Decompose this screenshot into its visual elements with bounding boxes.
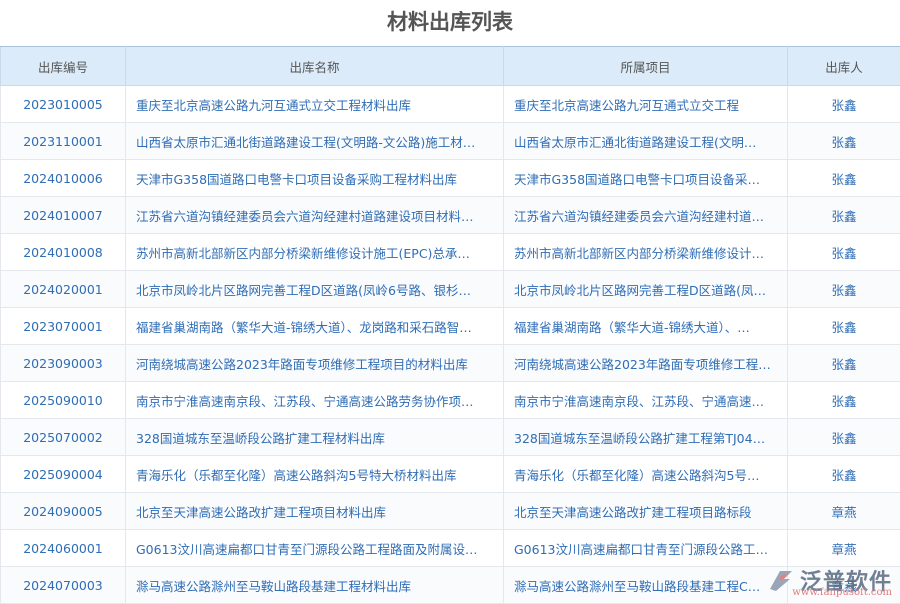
cell-name[interactable]: 苏州市高新北部新区内部分桥梁新维修设计施工(EPC)总承… <box>126 234 504 271</box>
table-row[interactable]: 2024010008苏州市高新北部新区内部分桥梁新维修设计施工(EPC)总承…苏… <box>1 234 900 271</box>
cell-project[interactable]: 青海乐化（乐都至化隆）高速公路斜沟5号… <box>504 456 788 493</box>
table-row[interactable]: 2024090005北京至天津高速公路改扩建工程项目材料出库北京至天津高速公路改… <box>1 493 900 530</box>
cell-code[interactable]: 2023110001 <box>1 123 126 160</box>
cell-project[interactable]: 苏州市高新北部新区内部分桥梁新维修设计… <box>504 234 788 271</box>
cell-project[interactable]: 河南绕城高速公路2023年路面专项维修工程… <box>504 345 788 382</box>
cell-name[interactable]: 滁马高速公路滁州至马鞍山路段基建工程材料出库 <box>126 567 504 604</box>
cell-name[interactable]: 福建省巢湖南路（繁华大道-锦绣大道）、龙岗路和采石路智… <box>126 308 504 345</box>
cell-project[interactable]: 北京至天津高速公路改扩建工程项目路标段 <box>504 493 788 530</box>
cell-name[interactable]: 青海乐化（乐都至化隆）高速公路斜沟5号特大桥材料出库 <box>126 456 504 493</box>
cell-code[interactable]: 2024090005 <box>1 493 126 530</box>
cell-project[interactable]: 滁马高速公路滁州至马鞍山路段基建工程C… <box>504 567 788 604</box>
column-header-person[interactable]: 出库人 <box>788 47 900 86</box>
cell-project[interactable]: 南京市宁淮高速南京段、江苏段、宁通高速… <box>504 382 788 419</box>
cell-project[interactable]: 福建省巢湖南路（繁华大道-锦绣大道）、… <box>504 308 788 345</box>
cell-person[interactable]: 张鑫 <box>788 456 900 493</box>
cell-person[interactable]: 章燕 <box>788 493 900 530</box>
cell-person[interactable]: 章燕 <box>788 530 900 567</box>
column-header-name[interactable]: 出库名称 <box>126 47 504 86</box>
cell-name[interactable]: 328国道城东至温峤段公路扩建工程材料出库 <box>126 419 504 456</box>
table-row[interactable]: 2024010007江苏省六道沟镇经建委员会六道沟经建村道路建设项目材料…江苏省… <box>1 197 900 234</box>
cell-project[interactable]: G0613汶川高速扁都口甘青至门源段公路工… <box>504 530 788 567</box>
table-row[interactable]: 2024060001G0613汶川高速扁都口甘青至门源段公路工程路面及附属设…G… <box>1 530 900 567</box>
page-title: 材料出库列表 <box>0 0 900 46</box>
cell-name[interactable]: 河南绕城高速公路2023年路面专项维修工程项目的材料出库 <box>126 345 504 382</box>
cell-code[interactable]: 2024010007 <box>1 197 126 234</box>
table-row[interactable]: 2025090004青海乐化（乐都至化隆）高速公路斜沟5号特大桥材料出库青海乐化… <box>1 456 900 493</box>
cell-code[interactable]: 2023010005 <box>1 86 126 123</box>
cell-project[interactable]: 天津市G358国道路口电警卡口项目设备采… <box>504 160 788 197</box>
cell-person[interactable]: 张鑫 <box>788 308 900 345</box>
column-header-code[interactable]: 出库编号 <box>1 47 126 86</box>
cell-code[interactable]: 2025090010 <box>1 382 126 419</box>
column-header-project[interactable]: 所属项目 <box>504 47 788 86</box>
cell-project[interactable]: 江苏省六道沟镇经建委员会六道沟经建村道… <box>504 197 788 234</box>
cell-code[interactable]: 2024070003 <box>1 567 126 604</box>
cell-person[interactable]: 张鑫 <box>788 382 900 419</box>
cell-code[interactable]: 2024020001 <box>1 271 126 308</box>
cell-project[interactable]: 山西省太原市汇通北街道路建设工程(文明… <box>504 123 788 160</box>
watermark-url: www.fanpusoft.com <box>792 587 892 598</box>
cell-project[interactable]: 328国道城东至温峤段公路扩建工程第TJ04… <box>504 419 788 456</box>
cell-name[interactable]: 北京市凤岭北片区路网完善工程D区道路(凤岭6号路、银杉… <box>126 271 504 308</box>
table-row[interactable]: 2023090003河南绕城高速公路2023年路面专项维修工程项目的材料出库河南… <box>1 345 900 382</box>
watermark-logo: 泛普软件 www.fanpusoft.com <box>766 564 892 596</box>
cell-code[interactable]: 2024060001 <box>1 530 126 567</box>
cell-project[interactable]: 重庆至北京高速公路九河互通式立交工程 <box>504 86 788 123</box>
cell-code[interactable]: 2025090004 <box>1 456 126 493</box>
table-row[interactable]: 2023070001福建省巢湖南路（繁华大道-锦绣大道）、龙岗路和采石路智…福建… <box>1 308 900 345</box>
cell-name[interactable]: 天津市G358国道路口电警卡口项目设备采购工程材料出库 <box>126 160 504 197</box>
cell-code[interactable]: 2024010006 <box>1 160 126 197</box>
table-header: 出库编号 出库名称 所属项目 出库人 <box>1 47 900 86</box>
table-row[interactable]: 2025090010南京市宁淮高速南京段、江苏段、宁通高速公路劳务协作项…南京市… <box>1 382 900 419</box>
cell-name[interactable]: 南京市宁淮高速南京段、江苏段、宁通高速公路劳务协作项… <box>126 382 504 419</box>
cell-person[interactable]: 张鑫 <box>788 234 900 271</box>
table-row[interactable]: 2023110001山西省太原市汇通北街道路建设工程(文明路-文公路)施工材…山… <box>1 123 900 160</box>
cell-code[interactable]: 2023070001 <box>1 308 126 345</box>
table-row[interactable]: 2024010006天津市G358国道路口电警卡口项目设备采购工程材料出库天津市… <box>1 160 900 197</box>
material-outbound-table: 出库编号 出库名称 所属项目 出库人 2023010005重庆至北京高速公路九河… <box>0 46 900 604</box>
table-row[interactable]: 2023010005重庆至北京高速公路九河互通式立交工程材料出库重庆至北京高速公… <box>1 86 900 123</box>
cell-person[interactable]: 张鑫 <box>788 271 900 308</box>
table-row[interactable]: 2024020001北京市凤岭北片区路网完善工程D区道路(凤岭6号路、银杉…北京… <box>1 271 900 308</box>
cell-person[interactable]: 张鑫 <box>788 345 900 382</box>
cell-project[interactable]: 北京市凤岭北片区路网完善工程D区道路(凤… <box>504 271 788 308</box>
cell-name[interactable]: 江苏省六道沟镇经建委员会六道沟经建村道路建设项目材料… <box>126 197 504 234</box>
cell-name[interactable]: 山西省太原市汇通北街道路建设工程(文明路-文公路)施工材… <box>126 123 504 160</box>
table-row[interactable]: 2025070002328国道城东至温峤段公路扩建工程材料出库328国道城东至温… <box>1 419 900 456</box>
cell-name[interactable]: 北京至天津高速公路改扩建工程项目材料出库 <box>126 493 504 530</box>
cell-person[interactable]: 张鑫 <box>788 197 900 234</box>
cell-person[interactable]: 张鑫 <box>788 123 900 160</box>
cell-person[interactable]: 张鑫 <box>788 86 900 123</box>
cell-code[interactable]: 2023090003 <box>1 345 126 382</box>
cell-code[interactable]: 2025070002 <box>1 419 126 456</box>
cell-person[interactable]: 张鑫 <box>788 160 900 197</box>
cell-person[interactable]: 张鑫 <box>788 419 900 456</box>
cell-code[interactable]: 2024010008 <box>1 234 126 271</box>
cell-name[interactable]: 重庆至北京高速公路九河互通式立交工程材料出库 <box>126 86 504 123</box>
cell-name[interactable]: G0613汶川高速扁都口甘青至门源段公路工程路面及附属设… <box>126 530 504 567</box>
